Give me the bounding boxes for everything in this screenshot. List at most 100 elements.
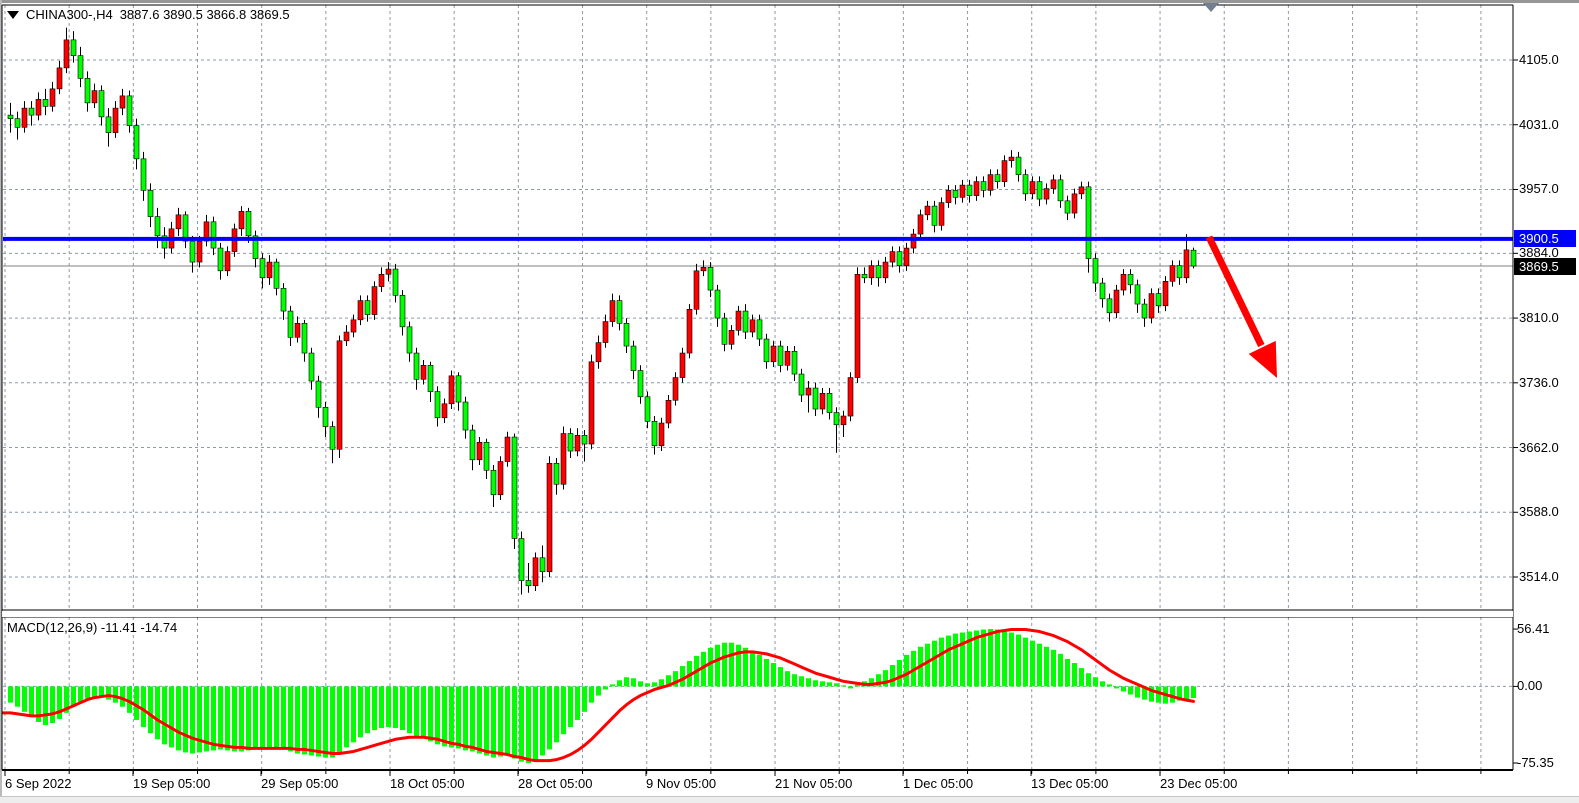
candle-body xyxy=(218,248,223,271)
macd-histogram-bar xyxy=(1065,659,1070,686)
macd-histogram-bar xyxy=(596,686,601,695)
macd-histogram-bar xyxy=(540,686,545,755)
candle-body xyxy=(519,539,524,581)
macd-histogram-bar xyxy=(239,686,244,751)
candle-body xyxy=(155,217,160,236)
candle-body xyxy=(694,271,699,309)
horizontal-line-object[interactable] xyxy=(3,237,1513,241)
macd-histogram-bar xyxy=(218,686,223,749)
candle-body xyxy=(736,311,741,330)
candle-body xyxy=(792,351,797,374)
price-axis-label: 3810.0 xyxy=(1519,310,1559,326)
candle-body xyxy=(239,211,244,228)
candle-body xyxy=(1142,304,1147,318)
candle-body xyxy=(1051,180,1056,189)
candle-body xyxy=(610,301,615,322)
macd-histogram-bar xyxy=(778,667,783,686)
candle-body xyxy=(379,274,384,286)
candle-body xyxy=(358,301,363,320)
candle-body xyxy=(323,407,328,426)
macd-histogram-bar xyxy=(736,645,741,687)
time-axis-label: 13 Dec 05:00 xyxy=(1031,776,1108,792)
macd-histogram-bar xyxy=(211,686,216,750)
macd-histogram-bar xyxy=(561,686,566,734)
macd-histogram-bar xyxy=(1051,650,1056,687)
candle-body xyxy=(1037,182,1042,199)
macd-histogram-bar xyxy=(946,636,951,687)
candle-body xyxy=(1030,182,1035,194)
candle-body xyxy=(708,267,713,290)
candle-body xyxy=(890,252,895,262)
candle-body xyxy=(603,322,608,343)
candle-body xyxy=(841,416,846,425)
candle-body xyxy=(547,463,552,571)
candle-body xyxy=(953,190,958,197)
candle-body xyxy=(78,56,83,79)
macd-histogram-bar xyxy=(323,686,328,757)
candle-body xyxy=(680,353,685,377)
time-axis-label: 23 Dec 05:00 xyxy=(1160,776,1237,792)
macd-histogram-bar xyxy=(183,686,188,752)
macd-histogram-bar xyxy=(827,682,832,686)
macd-histogram-bar xyxy=(253,686,258,748)
macd-histogram-bar xyxy=(841,685,846,686)
candle-body xyxy=(666,400,671,423)
macd-histogram-bar xyxy=(1009,633,1014,687)
macd-histogram-bar xyxy=(1079,668,1084,686)
candle-body xyxy=(540,558,545,572)
candle-body xyxy=(344,332,349,341)
macd-histogram-bar xyxy=(288,686,293,751)
macd-histogram-bar xyxy=(1016,635,1021,687)
macd-histogram-bar xyxy=(148,686,153,733)
candle-body xyxy=(1149,294,1154,318)
macd-histogram-bar xyxy=(428,686,433,741)
macd-histogram-bar xyxy=(414,686,419,736)
macd-histogram-bar xyxy=(589,686,594,702)
macd-histogram-bar xyxy=(729,643,734,687)
time-axis-label: 1 Dec 05:00 xyxy=(903,776,973,792)
candle-body xyxy=(1163,281,1168,305)
macd-histogram-bar xyxy=(498,686,503,756)
candle-body xyxy=(274,262,279,288)
macd-histogram-bar xyxy=(400,686,405,730)
macd-histogram-bar xyxy=(8,686,13,702)
macd-histogram-bar xyxy=(785,671,790,686)
candle-body xyxy=(1023,175,1028,194)
ohlc-values: 3887.6 3890.5 3866.8 3869.5 xyxy=(120,7,290,22)
candle-body xyxy=(1121,274,1126,290)
candle-body xyxy=(673,378,678,401)
candle-body xyxy=(848,378,853,416)
macd-histogram-bar xyxy=(295,686,300,753)
macd-axis-label: 0.00 xyxy=(1517,678,1542,694)
symbol-dropdown-icon[interactable] xyxy=(7,11,19,19)
macd-histogram-bar xyxy=(1030,641,1035,687)
candle-body xyxy=(1016,157,1021,174)
macd-histogram-bar xyxy=(477,686,482,753)
price-axis-label: 4031.0 xyxy=(1519,117,1559,133)
macd-histogram-bar xyxy=(1093,677,1098,686)
candle-body xyxy=(932,206,937,225)
macd-histogram-bar xyxy=(722,643,727,687)
candle-body xyxy=(974,182,979,196)
macd-histogram-bar xyxy=(1128,686,1133,694)
macd-histogram-bar xyxy=(358,686,363,737)
macd-histogram-bar xyxy=(176,686,181,750)
macd-axis-label: 56.41 xyxy=(1517,621,1550,637)
macd-histogram-bar xyxy=(456,686,461,748)
candle-body xyxy=(428,365,433,391)
candle-body xyxy=(1065,201,1070,213)
trend-arrow-head[interactable] xyxy=(1249,341,1277,378)
candle-body xyxy=(120,96,125,108)
candle-body xyxy=(1002,161,1007,182)
macd-histogram-bar xyxy=(155,686,160,739)
candle-body xyxy=(36,99,41,115)
pane-splitter[interactable] xyxy=(2,611,1513,617)
candle-body xyxy=(722,318,727,344)
macd-histogram-bar xyxy=(519,686,524,761)
candle-body xyxy=(365,301,370,315)
macd-histogram-bar xyxy=(316,686,321,756)
chart-canvas[interactable] xyxy=(0,0,1579,803)
candle-body xyxy=(43,99,48,106)
macd-histogram-bar xyxy=(57,686,62,719)
candle-body xyxy=(526,581,531,586)
